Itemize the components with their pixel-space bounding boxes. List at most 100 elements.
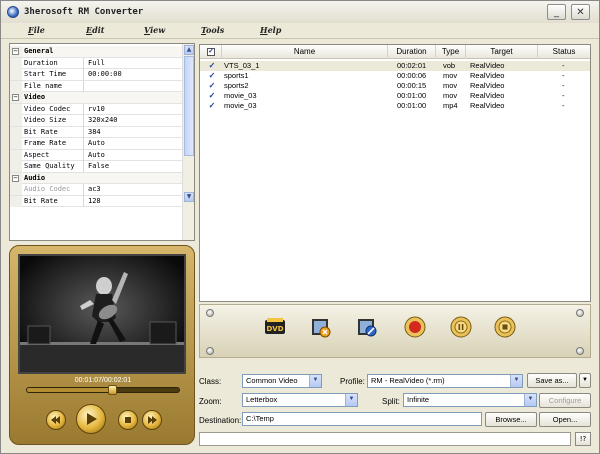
- chevron-down-icon[interactable]: ▼: [309, 375, 321, 387]
- property-row[interactable]: Bit Rate 128: [10, 195, 184, 207]
- property-key: Audio Codec: [22, 184, 84, 195]
- scroll-up-icon[interactable]: ▲: [184, 45, 194, 55]
- property-value[interactable]: 320x240: [86, 115, 118, 126]
- column-target[interactable]: Target: [466, 45, 538, 59]
- property-row[interactable]: Video Size 320x240: [10, 115, 184, 127]
- seek-handle[interactable]: [107, 385, 117, 395]
- property-value[interactable]: 128: [86, 196, 101, 207]
- property-value[interactable]: 00:00:00: [86, 69, 122, 80]
- collapse-icon[interactable]: −: [12, 174, 19, 182]
- collapse-icon[interactable]: −: [12, 48, 19, 55]
- property-value[interactable]: Auto: [86, 138, 105, 149]
- menu-edit[interactable]: Edit: [86, 25, 104, 35]
- property-row[interactable]: Aspect Auto: [10, 149, 184, 161]
- chevron-down-icon[interactable]: ▼: [524, 394, 536, 406]
- toolbar-knob-icon: [576, 309, 584, 317]
- property-scrollbar[interactable]: ▲ ▼: [182, 44, 194, 240]
- row-checkbox[interactable]: ✓: [208, 62, 216, 70]
- stop-playback-button[interactable]: [118, 410, 138, 430]
- table-row[interactable]: ✓ sports2 00:00:15 mov RealVideo -: [200, 81, 590, 91]
- split-select[interactable]: Infinite ▼: [403, 393, 537, 407]
- collapse-icon[interactable]: −: [12, 94, 19, 101]
- property-key: Bit Rate: [22, 126, 84, 138]
- rewind-icon: [51, 416, 60, 424]
- row-checkbox[interactable]: ✓: [208, 82, 216, 90]
- property-row[interactable]: File name: [10, 80, 184, 92]
- property-gutter: [10, 103, 22, 115]
- zoom-select[interactable]: Letterbox ▼: [242, 393, 358, 407]
- property-category[interactable]: − General: [10, 46, 184, 58]
- help-button[interactable]: !?: [575, 432, 591, 446]
- minimize-button[interactable]: _: [547, 4, 566, 20]
- configure-button[interactable]: Configure: [539, 393, 591, 408]
- property-value[interactable]: Auto: [86, 150, 105, 161]
- property-value[interactable]: ac3: [86, 184, 101, 195]
- file-list[interactable]: ✓ Name Duration Type Target Status ✓ VTS_…: [199, 44, 591, 302]
- property-row[interactable]: Video Codec rv10: [10, 103, 184, 115]
- property-row[interactable]: Frame Rate Auto: [10, 138, 184, 150]
- property-row[interactable]: Duration Full: [10, 57, 184, 69]
- add-dvd-button[interactable]: DVD: [264, 316, 286, 338]
- close-button[interactable]: ✕: [571, 4, 590, 20]
- select-all-checkbox[interactable]: ✓: [200, 45, 222, 59]
- column-duration[interactable]: Duration: [388, 45, 436, 59]
- stop-button[interactable]: [494, 316, 516, 338]
- remove-icon: [358, 319, 377, 337]
- profile-select[interactable]: RM - RealVideo (*.rm) ▼: [367, 374, 523, 388]
- table-row[interactable]: ✓ movie_03 00:01:00 mp4 RealVideo -: [200, 101, 590, 111]
- column-name[interactable]: Name: [222, 45, 388, 59]
- save-as-button[interactable]: Save as...: [527, 373, 577, 388]
- property-row[interactable]: Bit Rate 384: [10, 126, 184, 138]
- toolbar-knob-icon: [206, 347, 214, 355]
- save-as-dropdown[interactable]: ▼: [579, 373, 591, 388]
- main-window: 3herosoft RM Converter _ ✕ File Edit Vie…: [0, 0, 600, 454]
- remove-button[interactable]: [356, 316, 378, 338]
- category-label: General: [24, 47, 54, 55]
- cell-type: mov: [443, 81, 458, 90]
- property-value[interactable]: 384: [86, 127, 101, 138]
- cell-duration: 00:01:00: [397, 101, 427, 110]
- property-row[interactable]: Start Time 00:00:00: [10, 69, 184, 81]
- menu-view[interactable]: View: [144, 25, 165, 35]
- table-row[interactable]: ✓ movie_03 00:01:00 mov RealVideo -: [200, 91, 590, 101]
- play-button[interactable]: [76, 404, 106, 434]
- property-row[interactable]: Same Quality False: [10, 161, 184, 173]
- menu-tools[interactable]: Tools: [201, 25, 224, 35]
- property-category[interactable]: − Video: [10, 92, 184, 104]
- seek-bar[interactable]: [26, 385, 180, 395]
- row-checkbox[interactable]: ✓: [208, 72, 216, 80]
- previous-button[interactable]: [46, 410, 66, 430]
- scroll-thumb[interactable]: [184, 56, 194, 156]
- scroll-down-icon[interactable]: ▼: [184, 192, 194, 202]
- open-button[interactable]: Open...: [539, 412, 591, 427]
- class-select[interactable]: Common Video ▼: [242, 374, 322, 388]
- convert-button[interactable]: [404, 316, 426, 338]
- row-checkbox[interactable]: ✓: [208, 92, 216, 100]
- chevron-down-icon: ▼: [582, 377, 588, 383]
- property-category[interactable]: − Audio: [10, 172, 184, 184]
- property-gutter: [10, 184, 22, 195]
- property-value[interactable]: Full: [86, 58, 105, 69]
- chevron-down-icon[interactable]: ▼: [510, 375, 522, 387]
- property-value[interactable]: rv10: [86, 104, 105, 115]
- column-type[interactable]: Type: [436, 45, 466, 59]
- property-value[interactable]: False: [86, 161, 109, 172]
- next-button[interactable]: [142, 410, 162, 430]
- add-video-button[interactable]: [310, 316, 332, 338]
- column-status[interactable]: Status: [538, 45, 590, 59]
- property-key: Video Codec: [22, 103, 84, 115]
- destination-field[interactable]: C:\Temp: [242, 412, 482, 426]
- menu-help[interactable]: Help: [260, 25, 281, 35]
- pause-button[interactable]: [450, 316, 472, 338]
- class-value: Common Video: [246, 376, 298, 385]
- table-row[interactable]: ✓ sports1 00:00:06 mov RealVideo -: [200, 71, 590, 81]
- table-row[interactable]: ✓ VTS_03_1 00:02:01 vob RealVideo -: [200, 61, 590, 71]
- row-checkbox[interactable]: ✓: [208, 102, 216, 110]
- browse-button[interactable]: Browse...: [485, 412, 537, 427]
- fast-forward-icon: [148, 416, 157, 424]
- chevron-down-icon[interactable]: ▼: [345, 394, 357, 406]
- property-key: Duration: [22, 57, 84, 69]
- property-grid[interactable]: − General Duration Full Start Time 00:00:00 Fi…: [9, 43, 195, 241]
- menu-file[interactable]: File: [28, 25, 45, 35]
- property-row[interactable]: Audio Codec ac3: [10, 184, 184, 196]
